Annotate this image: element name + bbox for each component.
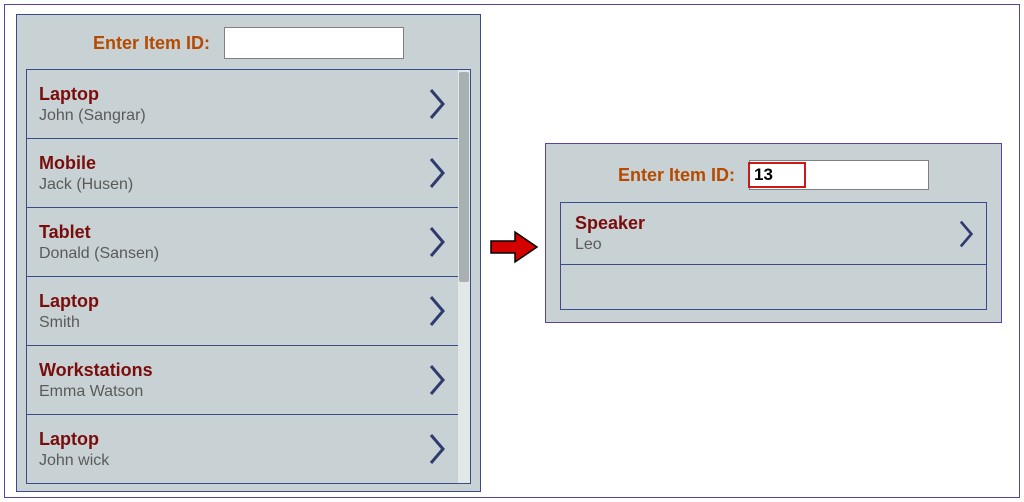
item-title: Tablet [39,222,159,243]
item-title: Laptop [39,84,146,105]
item-list-container: Laptop John (Sangrar) Mobile Jack (Husen… [26,69,471,484]
item-id-input[interactable] [224,27,404,59]
chevron-right-icon [428,294,448,328]
item-subtitle: Emma Watson [39,383,153,401]
item-subtitle: Smith [39,314,99,332]
chevron-right-icon [428,87,448,121]
scrollbar-thumb[interactable] [459,72,469,282]
search-row: Enter Item ID: [546,144,1001,202]
item-id-input[interactable] [749,160,929,190]
scrollbar[interactable] [458,70,470,483]
empty-row [561,265,986,295]
screenshot-frame: Enter Item ID: Laptop John (Sangrar) Mob… [4,4,1020,498]
chevron-right-icon [428,156,448,190]
chevron-right-icon [428,363,448,397]
item-subtitle: John (Sangrar) [39,107,146,125]
chevron-right-icon [958,219,976,249]
search-label: Enter Item ID: [618,165,735,186]
item-title: Workstations [39,360,153,381]
item-title: Laptop [39,291,99,312]
item-title: Speaker [575,213,645,234]
item-list-panel-after: Enter Item ID: Speaker Leo [545,143,1002,323]
item-subtitle: Leo [575,236,645,254]
list-item[interactable]: Mobile Jack (Husen) [27,139,458,208]
search-row: Enter Item ID: [17,15,480,69]
list-item[interactable]: Workstations Emma Watson [27,346,458,415]
list-item[interactable]: Laptop John wick [27,415,458,483]
item-subtitle: Donald (Sansen) [39,245,159,263]
chevron-right-icon [428,432,448,466]
item-subtitle: John wick [39,452,109,470]
item-subtitle: Jack (Husen) [39,176,133,194]
item-title: Mobile [39,153,133,174]
item-list-panel-before: Enter Item ID: Laptop John (Sangrar) Mob… [16,14,481,492]
arrow-right-icon [489,229,539,265]
item-title: Laptop [39,429,109,450]
chevron-right-icon [428,225,448,259]
list-item[interactable]: Speaker Leo [561,203,986,265]
item-list: Laptop John (Sangrar) Mobile Jack (Husen… [27,70,458,483]
list-item[interactable]: Tablet Donald (Sansen) [27,208,458,277]
list-item[interactable]: Laptop Smith [27,277,458,346]
list-item[interactable]: Laptop John (Sangrar) [27,70,458,139]
search-label: Enter Item ID: [93,33,210,54]
item-list-container: Speaker Leo [560,202,987,310]
